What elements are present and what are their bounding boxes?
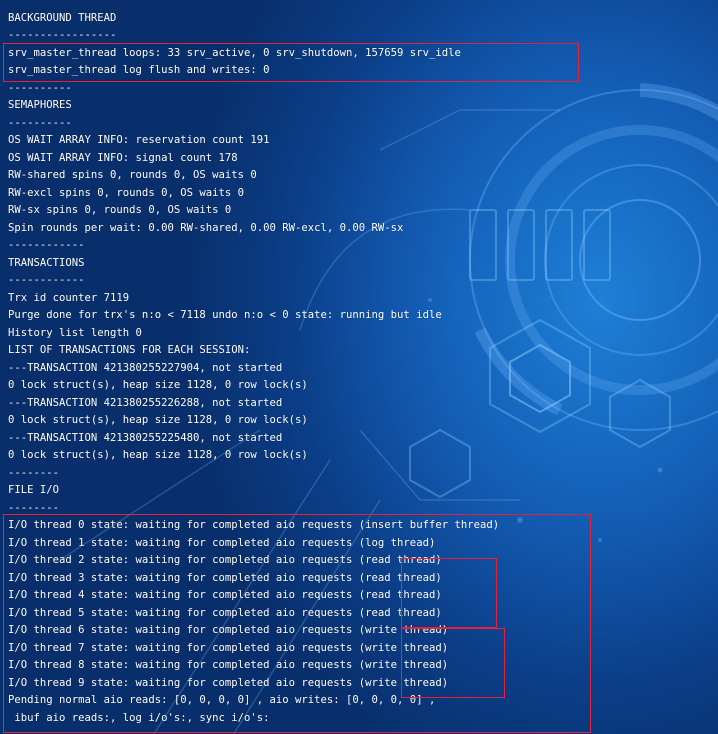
- terminal-line: 0 lock struct(s), heap size 1128, 0 row …: [8, 379, 308, 391]
- terminal-line: 0 lock struct(s), heap size 1128, 0 row …: [8, 449, 308, 461]
- terminal-line: ------------: [8, 274, 85, 286]
- highlight-box-file-io: [3, 514, 591, 733]
- terminal-line: --------: [8, 467, 60, 479]
- highlight-box-background-thread: [3, 43, 579, 82]
- section-header: SEMAPHORES: [8, 99, 72, 111]
- terminal-line: LIST OF TRANSACTIONS FOR EACH SESSION:: [8, 344, 251, 356]
- terminal-line: -----------------: [8, 0, 116, 8]
- terminal-line: OS WAIT ARRAY INFO: signal count 178: [8, 152, 238, 164]
- terminal-line: RW-shared spins 0, rounds 0, OS waits 0: [8, 169, 257, 181]
- terminal-line: ------------: [8, 239, 85, 251]
- section-header: BACKGROUND THREAD: [8, 12, 117, 24]
- terminal-line: ----------: [8, 82, 72, 94]
- terminal-line: 0 lock struct(s), heap size 1128, 0 row …: [8, 414, 308, 426]
- terminal-line: History list length 0: [8, 327, 142, 339]
- terminal-line: OS WAIT ARRAY INFO: reservation count 19…: [8, 134, 270, 146]
- highlight-box-write-threads: [401, 628, 505, 698]
- section-header: TRANSACTIONS: [8, 257, 85, 269]
- terminal-line: Spin rounds per wait: 0.00 RW-shared, 0.…: [8, 222, 404, 234]
- terminal-line: RW-excl spins 0, rounds 0, OS waits 0: [8, 187, 244, 199]
- terminal-line: RW-sx spins 0, rounds 0, OS waits 0: [8, 204, 232, 216]
- terminal-line: ---TRANSACTION 421380255227904, not star…: [8, 362, 283, 374]
- terminal-line: -----------------: [8, 29, 117, 41]
- terminal-line: ---TRANSACTION 421380255226288, not star…: [8, 397, 283, 409]
- section-header: FILE I/O: [8, 484, 60, 496]
- terminal-line: Purge done for trx's n:o < 7118 undo n:o…: [8, 309, 442, 321]
- terminal-line: ----------: [8, 117, 72, 129]
- highlight-box-read-threads: [401, 558, 497, 628]
- terminal-line: ---TRANSACTION 421380255225480, not star…: [8, 432, 283, 444]
- terminal-line: Trx id counter 7119: [8, 292, 130, 304]
